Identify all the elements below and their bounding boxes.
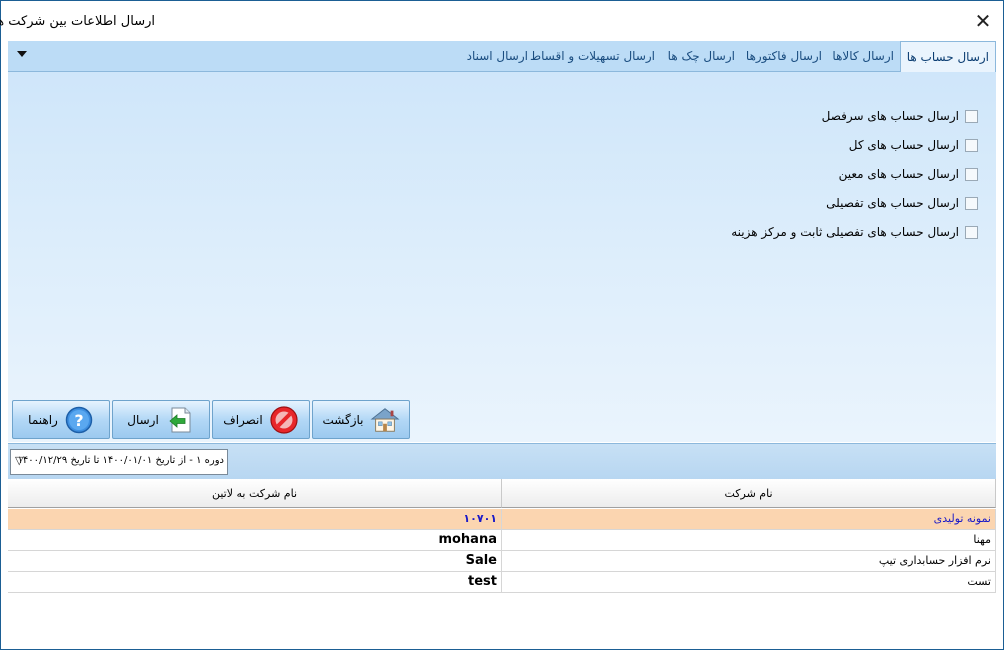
tab-send-documents[interactable]: ارسال اسناد	[467, 49, 528, 63]
checkbox-label: ارسال حساب های سرفصل	[821, 109, 959, 123]
send-arrow-icon	[165, 405, 195, 435]
house-icon	[370, 405, 400, 435]
tab-menu-arrow-icon[interactable]	[17, 51, 27, 57]
cell-company-name: نرم افزار حسابداری تیپ	[502, 551, 996, 571]
no-entry-icon	[269, 405, 299, 435]
cell-company-name: تست	[502, 572, 996, 592]
send-button[interactable]: ارسال	[112, 400, 210, 439]
table-row[interactable]: test تست	[8, 572, 996, 593]
tab-send-accounts[interactable]: ارسال حساب ها	[899, 41, 996, 72]
tab-send-checks[interactable]: ارسال چک ها	[668, 49, 735, 63]
chevron-down-icon[interactable]: ▽	[15, 454, 23, 467]
tab-send-goods[interactable]: ارسال کالاها	[832, 49, 894, 63]
send-button-label: ارسال	[127, 412, 159, 427]
checkbox-label: ارسال حساب های تفصیلی ثابت و مرکز هزینه	[731, 225, 959, 239]
tab-send-facilities[interactable]: ارسال تسهیلات و اقساط	[530, 49, 655, 63]
checkbox-row-headings[interactable]: ارسال حساب های سرفصل	[822, 107, 978, 125]
cell-latin-name: Sale	[8, 551, 502, 571]
tab-send-invoices[interactable]: ارسال فاکتورها	[746, 49, 822, 63]
period-select-value: دوره ۱ - از تاریخ ۱۴۰۰/۰۱/۰۱ تا تاریخ ۱۴…	[17, 455, 224, 466]
close-button[interactable]: ✕	[973, 11, 993, 31]
cell-latin-name: test	[8, 572, 502, 592]
accounts-panel: ارسال حساب های سرفصل ارسال حساب های کل ا…	[8, 72, 996, 442]
cancel-button-label: انصراف	[223, 412, 263, 427]
checkbox-general[interactable]	[965, 138, 978, 152]
checkbox-label: ارسال حساب های معین	[838, 167, 959, 181]
help-button[interactable]: راهنما ?	[12, 400, 110, 439]
table-row[interactable]: Sale نرم افزار حسابداری تیپ	[8, 551, 996, 572]
checkbox-subsidiary[interactable]	[965, 167, 978, 181]
cell-company-name: نمونه تولیدی	[502, 509, 996, 529]
cell-latin-name: ۱۰۷۰۱	[8, 509, 502, 529]
column-header-company-name[interactable]: نام شرکت	[502, 479, 996, 508]
checkbox-row-subsidiary[interactable]: ارسال حساب های معین	[839, 165, 978, 183]
back-button[interactable]: بازگشت	[312, 400, 410, 439]
checkbox-headings[interactable]	[965, 109, 978, 123]
svg-text:?: ?	[74, 411, 83, 430]
table-row[interactable]: ۱۰۷۰۱ نمونه تولیدی	[8, 509, 996, 530]
column-header-latin-name[interactable]: نام شرکت به لاتین	[8, 479, 502, 508]
cancel-button[interactable]: انصراف	[212, 400, 310, 439]
companies-grid: نام شرکت به لاتین نام شرکت ۱۰۷۰۱ نمونه ت…	[8, 479, 996, 643]
back-button-label: بازگشت	[322, 412, 364, 427]
grid-header: نام شرکت به لاتین نام شرکت	[8, 479, 996, 509]
dialog-window: ارسال اطلاعات بین شرکت ها ✕ ارسال حساب ه…	[0, 0, 1004, 650]
checkbox-row-detail[interactable]: ارسال حساب های تفصیلی	[826, 194, 978, 212]
window-title: ارسال اطلاعات بین شرکت ها	[0, 14, 155, 29]
checkbox-detail[interactable]	[965, 196, 978, 210]
checkbox-label: ارسال حساب های کل	[848, 138, 959, 152]
tab-strip: ارسال حساب ها ارسال کالاها ارسال فاکتوره…	[8, 41, 996, 72]
table-row[interactable]: mohana مهنا	[8, 530, 996, 551]
cell-company-name: مهنا	[502, 530, 996, 550]
checkbox-fixed-detail-cost-center[interactable]	[965, 225, 978, 239]
cell-latin-name: mohana	[8, 530, 502, 550]
period-select[interactable]: دوره ۱ - از تاریخ ۱۴۰۰/۰۱/۰۱ تا تاریخ ۱۴…	[10, 449, 228, 475]
checkbox-label: ارسال حساب های تفصیلی	[826, 196, 959, 210]
help-icon: ?	[64, 405, 94, 435]
title-bar: ارسال اطلاعات بین شرکت ها ✕	[0, 1, 1003, 41]
checkbox-row-general[interactable]: ارسال حساب های کل	[849, 136, 978, 154]
period-filter-bar: دوره ۱ - از تاریخ ۱۴۰۰/۰۱/۰۱ تا تاریخ ۱۴…	[8, 443, 996, 480]
help-button-label: راهنما	[28, 412, 58, 427]
checkbox-row-fixed-detail-cost-center[interactable]: ارسال حساب های تفصیلی ثابت و مرکز هزینه	[731, 223, 978, 241]
